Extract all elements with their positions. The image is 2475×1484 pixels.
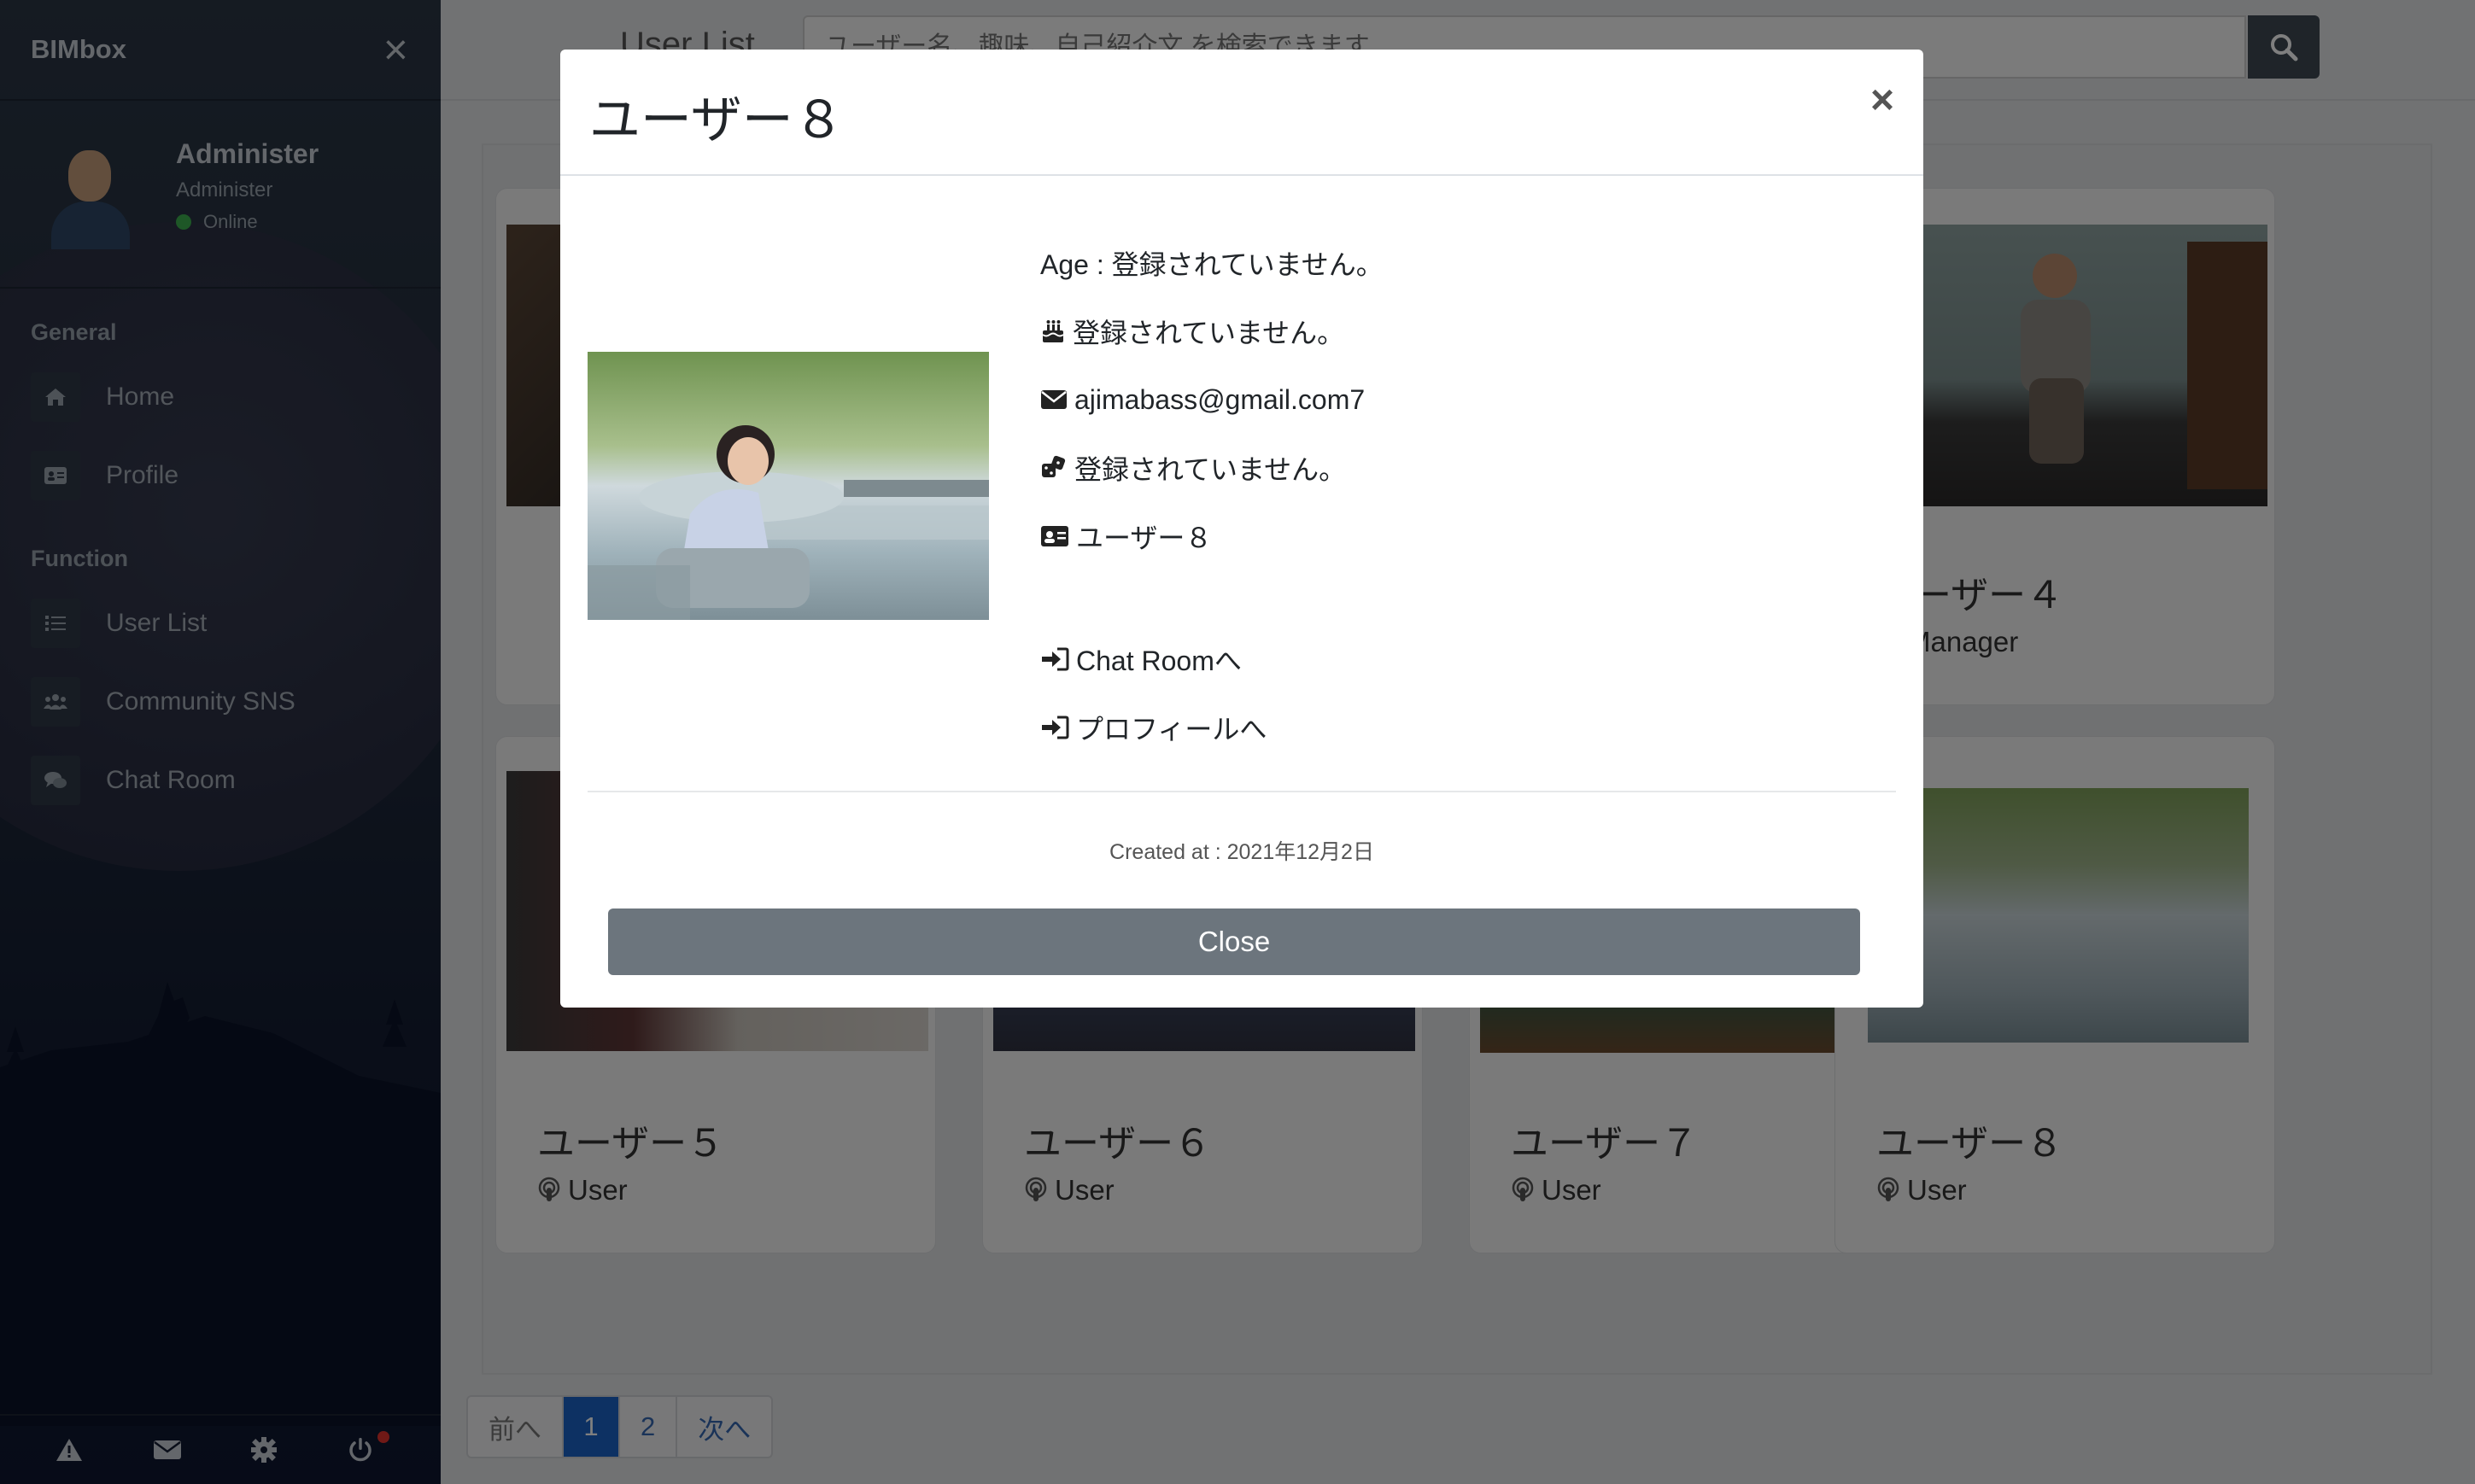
modal-email-value: ajimabass@gmail.com7: [1074, 383, 1366, 415]
modal-close-icon[interactable]: ×: [1870, 77, 1894, 124]
modal-divider: [588, 791, 1896, 792]
sign-in-icon: [1042, 647, 1069, 671]
id-card-icon: [1041, 526, 1068, 546]
modal-profile-name-value: ユーザー８: [1076, 523, 1213, 553]
modal-email: ajimabass@gmail.com7: [1040, 365, 1384, 434]
chat-room-link[interactable]: Chat Roomへ: [1040, 625, 1384, 693]
sign-in-icon: [1042, 716, 1069, 739]
modal-title: ユーザー８: [589, 91, 845, 149]
modal-birthday: 登録されていません。: [1040, 297, 1384, 365]
modal-close-button[interactable]: Close: [608, 909, 1860, 975]
birthday-cake-icon: [1042, 320, 1064, 342]
modal-hobby: 登録されていません。: [1040, 434, 1384, 502]
modal-age: Age : 登録されていません。: [1040, 249, 1384, 280]
profile-link-label: プロフィールへ: [1076, 714, 1267, 745]
modal-hobby-value: 登録されていません。: [1074, 454, 1347, 485]
dice-icon: [1042, 455, 1066, 477]
user-detail-modal: ユーザー８ × Age : 登録されていません。 登録されていません。 ajim…: [560, 50, 1923, 1008]
modal-profile-name: ユーザー８: [1040, 502, 1384, 570]
chat-room-link-label: Chat Roomへ: [1076, 646, 1242, 676]
modal-birthday-value: 登録されていません。: [1073, 318, 1345, 348]
profile-link[interactable]: プロフィールへ: [1040, 693, 1384, 762]
modal-user-photo: [588, 352, 989, 620]
modal-created-at: Created at : 2021年12月2日: [1109, 840, 1374, 864]
envelope-icon: [1041, 390, 1067, 409]
